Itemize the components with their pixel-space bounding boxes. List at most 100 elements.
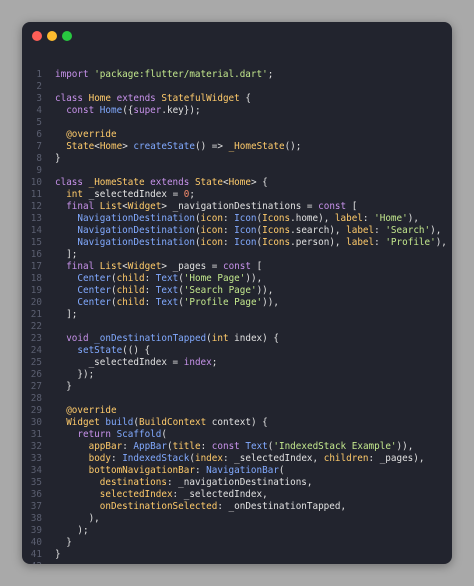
line-number: 20 [30,297,42,308]
code-token: return [77,429,117,440]
code-window: 1 import 'package:flutter/material.dart';… [22,22,452,564]
line-number: 40 [30,537,42,548]
code-token: 'Home Page' [183,273,246,284]
code-token: context) { [211,417,268,428]
code-token: extends [150,177,195,188]
code-line: 20 Center(child: Text('Profile Page')), [22,297,452,309]
code-token: index) { [234,333,279,344]
code-token: StatefulWidget [161,93,240,104]
code-token: Text [155,285,179,296]
line-number: 42 [22,561,42,564]
code-token: Icons [262,237,291,248]
code-token: )), [245,273,263,284]
code-token: Icon [234,213,257,224]
code-line: 25 _selectedIndex = index; [22,357,452,369]
code-token: build [105,417,134,428]
code-line: 6 @override [22,129,452,141]
code-token: : _onDestinationTapped, [217,501,347,512]
line-number: 1 [36,69,42,80]
code-token: createState [133,141,195,152]
code-token: final [66,261,100,272]
code-token: Icon [234,237,257,248]
code-token: NavigationDestination [77,237,195,248]
code-token: 'Profile Page' [183,297,263,308]
code-token: ({ [122,105,134,116]
maximize-dot-icon[interactable] [62,31,72,41]
code-token: label [346,225,375,236]
code-token: @override [66,405,117,416]
code-line: 3 class Home extends StatefulWidget { [22,93,452,105]
code-token: AppBar [133,441,167,452]
code-token: > _pages = [161,261,223,272]
code-line: 9 [22,165,452,177]
code-token: void [66,333,95,344]
close-dot-icon[interactable] [32,31,42,41]
code-token: : [144,297,156,308]
code-token: icon [200,225,223,236]
code-token: State [194,177,223,188]
minimize-dot-icon[interactable] [47,31,57,41]
code-token: [ [351,201,358,212]
code-token: : [222,237,235,248]
code-token: final [66,201,100,212]
code-token: ; [267,69,274,80]
line-number: 38 [30,513,42,524]
code-token: const [318,201,352,212]
code-token: : [374,237,386,248]
code-line: 19 Center(child: Text('Search Page')), [22,285,452,297]
code-line: 35 destinations: _navigationDestinations… [22,477,452,489]
code-token: )), [396,441,414,452]
line-number: 41 [30,549,42,560]
code-token: _selectedIndex = [55,357,184,368]
line-number: 32 [30,441,42,452]
code-token: NavigationDestination [77,213,195,224]
code-token: 'Profile' [385,237,436,248]
line-number: 12 [30,201,42,212]
code-token: (() { [122,345,151,356]
code-token: : [374,225,386,236]
code-line: 26 }); [22,369,452,381]
code-token: @override [66,129,117,140]
code-line: 5 [22,117,452,129]
code-token: ), [55,513,100,524]
code-token: .home), [290,213,335,224]
line-number: 8 [36,153,42,164]
code-line: 29 @override [22,405,452,417]
line-number: 5 [36,117,42,128]
code-line: 2 [22,81,452,93]
code-line: 17 final List<Widget> _pages = const [ [22,261,452,273]
code-line: 13 NavigationDestination(icon: Icon(Icon… [22,213,452,225]
code-token: : [200,441,212,452]
code-token: const [66,105,100,116]
code-line: 10 class _HomeState extends State<Home> { [22,177,452,189]
code-token: class [55,93,89,104]
code-token: BuildContext [139,417,212,428]
line-number: 16 [30,249,42,260]
code-token: ), [435,237,447,248]
code-token: ), [430,225,442,236]
code-token: Home [99,141,123,152]
code-line: 38 ), [22,513,452,525]
line-number: 23 [30,333,42,344]
line-number: 21 [30,309,42,320]
code-token: onDestinationSelected [99,501,218,512]
code-token: NavigationDestination [77,225,195,236]
code-editor: 1 import 'package:flutter/material.dart';… [22,69,452,564]
code-token: List [99,261,123,272]
code-token: _onDestinationTapped [94,333,207,344]
code-token: Home [99,105,123,116]
code-line: 36 selectedIndex: _selectedIndex, [22,489,452,501]
code-line: 4 const Home({super.key}); [22,105,452,117]
line-number: 18 [30,273,42,284]
code-token: Home [228,177,251,188]
code-token: children [323,453,369,464]
code-token: : [144,285,156,296]
code-token: setState [77,345,123,356]
code-line: 8} [22,153,452,165]
line-number: 17 [30,261,42,272]
